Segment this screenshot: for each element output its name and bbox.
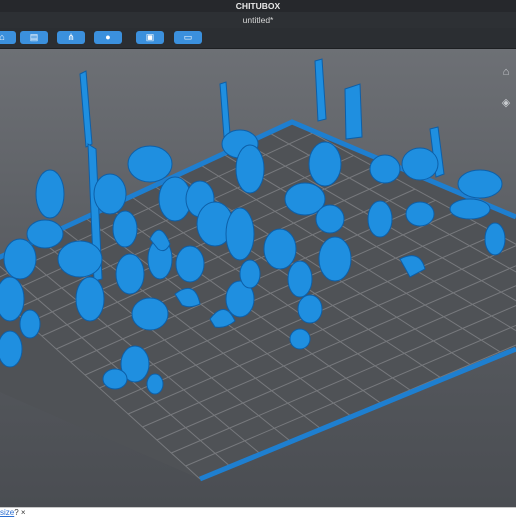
file-button[interactable]: ▤	[20, 31, 48, 44]
window-title: CHITUBOX	[0, 0, 516, 12]
toolbar: ⌂ ▤ ⋔ ● ▣ ▭	[0, 28, 516, 49]
open-button[interactable]: ⌂	[0, 31, 16, 44]
file-icon: ▤	[30, 31, 39, 44]
document-title: untitled*	[0, 12, 516, 28]
layers-icon: ▣	[146, 31, 155, 44]
layers-button[interactable]: ▣	[136, 31, 164, 44]
scene-canvas	[0, 49, 516, 507]
box-icon: ▭	[184, 31, 193, 44]
network-icon: ⋔	[67, 31, 75, 44]
drop-icon: ●	[105, 31, 110, 44]
home-view-icon[interactable]: ⌂	[500, 66, 512, 78]
drop-button[interactable]: ●	[94, 31, 122, 44]
open-icon: ⌂	[0, 31, 5, 44]
box-button[interactable]: ▭	[174, 31, 202, 44]
view-cube-icon[interactable]: ◈	[500, 97, 512, 109]
3d-viewport[interactable]: ⌂ ◈	[0, 49, 516, 507]
network-button[interactable]: ⋔	[57, 31, 85, 44]
